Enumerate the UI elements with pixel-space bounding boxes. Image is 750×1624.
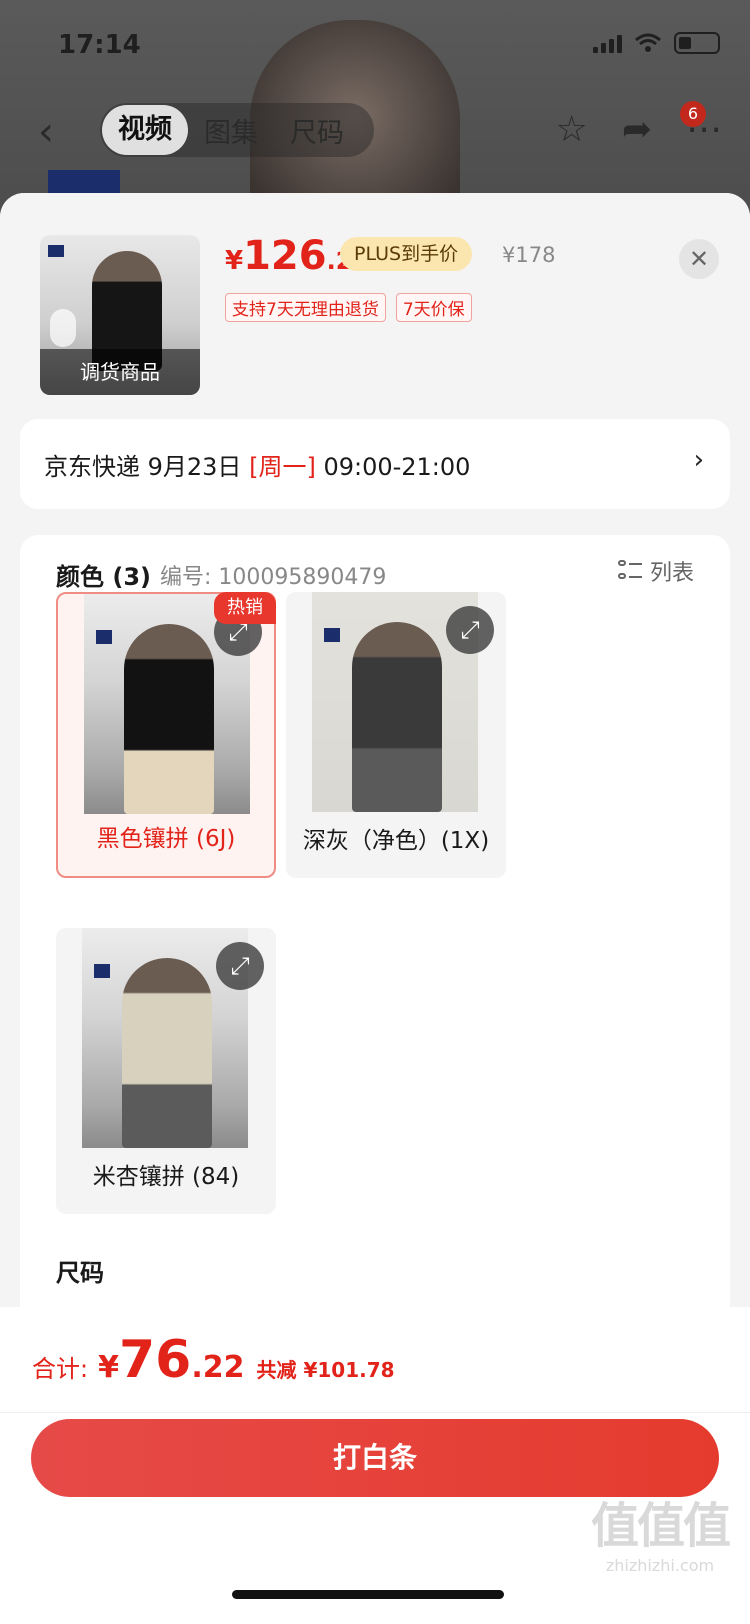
status-icons: [593, 32, 720, 54]
size-title: 尺码: [56, 1259, 104, 1287]
top-nav: ‹ 视频 图集 尺码 ☆ ➦ ⋯ 6: [0, 95, 750, 165]
sku-model: [122, 958, 212, 1148]
delivery-info: 京东快递 9月23日 [周一] 09:00-21:00: [44, 447, 470, 482]
more-badge: 6: [680, 101, 706, 127]
sku-option-beige[interactable]: ⤢ 米杏镶拼 (84): [56, 928, 276, 1214]
watermark-logo: 值值值: [590, 1498, 731, 1554]
service-tags: 支持7天无理由退货 7天价保: [225, 293, 472, 322]
sku-brand-logo: [96, 630, 112, 644]
expand-icon[interactable]: ⤢: [446, 606, 494, 654]
original-price: ¥178: [502, 243, 556, 267]
list-view-label: 列表: [649, 561, 694, 586]
thumb-3d-badge: [50, 309, 76, 347]
delivery-prefix: 京东快递 9月23日: [44, 453, 250, 481]
media-tabs: 视频 图集 尺码: [100, 103, 374, 157]
price-protect-tag: 7天价保: [395, 293, 472, 322]
sku-brand-logo: [94, 964, 110, 978]
sku-label: 黑色镶拼 (6J): [96, 826, 236, 852]
nav-actions: ☆ ➦ ⋯ 6: [556, 101, 722, 150]
expand-icon[interactable]: ⤢: [216, 942, 264, 990]
favorite-icon[interactable]: ☆: [556, 109, 588, 150]
more-icon[interactable]: ⋯ 6: [680, 101, 722, 150]
home-indicator: [232, 1590, 504, 1599]
delivery-weekday: [周一]: [249, 453, 316, 481]
sku-model: [352, 622, 442, 812]
status-time: 17:14: [58, 30, 141, 60]
delivery-card[interactable]: 京东快递 9月23日 [周一] 09:00-21:00 ›: [20, 419, 730, 509]
footer-divider: [0, 1412, 750, 1413]
total-saved: 共减 ¥101.78: [256, 1358, 395, 1382]
watermark: 值值值 zhizhizhi.com: [580, 1486, 740, 1575]
list-icon: [617, 559, 642, 583]
thumb-brand-logo: [48, 245, 64, 257]
sku-label: 深灰（净色）(1X): [302, 828, 490, 854]
sku-brand-logo: [324, 628, 340, 642]
total-label: 合计:: [32, 1355, 89, 1383]
total-price: 合计: ¥ 76 .22 共减 ¥101.78: [32, 1330, 395, 1390]
status-bar: 17:14: [0, 0, 750, 90]
tab-gallery[interactable]: 图集: [188, 111, 274, 150]
signal-icon: [593, 33, 622, 53]
back-icon[interactable]: ‹: [38, 109, 54, 155]
delivery-time: 09:00-21:00: [315, 453, 471, 481]
watermark-domain: zhizhizhi.com: [605, 1556, 715, 1575]
transfer-goods-tag: 调货商品: [40, 349, 200, 395]
share-icon[interactable]: ➦: [622, 109, 652, 150]
tab-size[interactable]: 尺码: [274, 111, 360, 150]
price-currency: ¥: [225, 246, 244, 276]
hot-sale-badge: 热销: [214, 592, 276, 624]
plus-price-pill: PLUS到手价: [340, 237, 473, 271]
sheet-header: 调货商品 ¥ 126 .22 PLUS到手价 ¥178 ✕ 支持7天无理由退货 …: [0, 193, 750, 418]
close-icon[interactable]: ✕: [679, 239, 719, 279]
return-policy-tag: 支持7天无理由退货: [225, 293, 386, 322]
list-view-button[interactable]: 列表: [617, 555, 694, 587]
tab-video[interactable]: 视频: [102, 105, 188, 155]
chevron-right-icon: ›: [693, 445, 704, 475]
battery-icon: [674, 32, 720, 54]
sku-model: [124, 624, 214, 814]
product-thumbnail[interactable]: 调货商品: [40, 235, 200, 395]
sku-label: 米杏镶拼 (84): [92, 1164, 240, 1190]
color-title: 颜色 (3): [56, 563, 151, 591]
wifi-icon: [635, 33, 661, 52]
sku-option-black[interactable]: ⤢ 黑色镶拼 (6J): [56, 592, 276, 878]
total-currency: ¥: [98, 1350, 119, 1385]
sku-option-darkgrey[interactable]: ⤢ 深灰（净色）(1X): [286, 592, 506, 878]
price-integer: 126: [243, 233, 327, 279]
sku-number: 编号: 100095890479: [160, 565, 387, 590]
total-decimal: .22: [191, 1350, 245, 1385]
total-integer: 76: [118, 1330, 192, 1390]
